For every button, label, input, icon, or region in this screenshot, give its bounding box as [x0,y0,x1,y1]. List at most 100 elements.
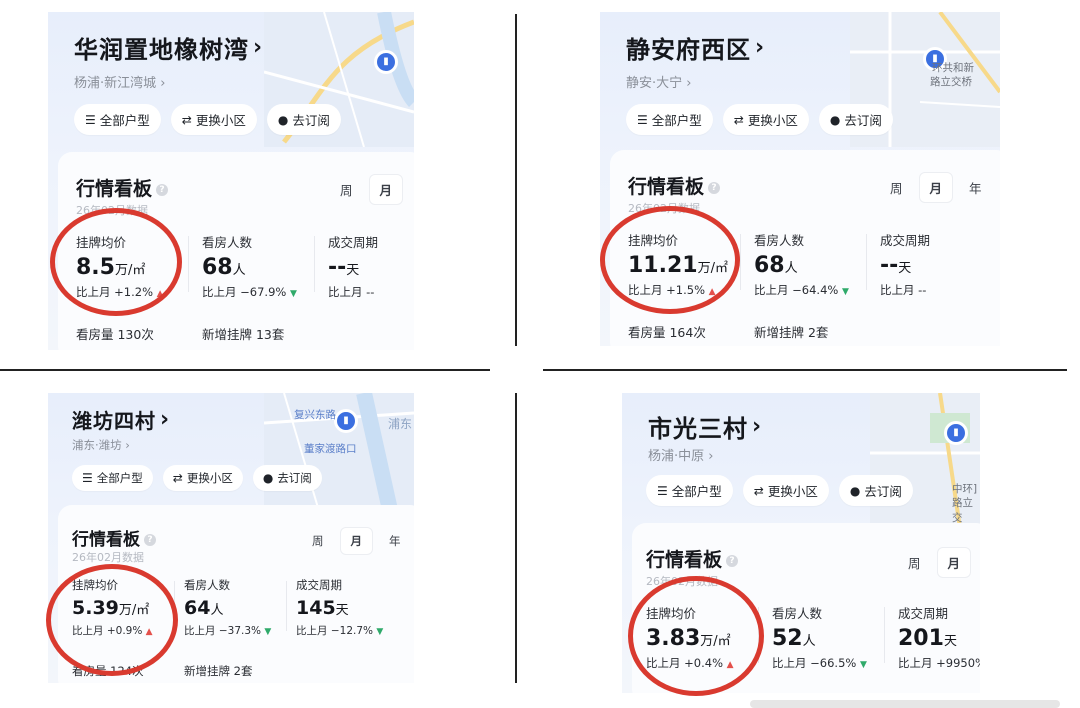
market-board-title: 行情看板? [72,525,156,550]
help-icon[interactable]: ? [156,183,169,196]
community-title[interactable]: 华润置地橡树湾 [74,30,249,65]
new-listings: 新增挂牌 2套 [754,325,829,340]
community-panel-1: ▮ 华润置地橡树湾 › 杨浦·新江湾城 › ☰ 全部户型 ⇄ 更换小区 ● 去订阅 行… [48,12,414,350]
period-selector: 周 月 年 [302,527,411,555]
down-arrow-icon: ▼ [859,660,867,670]
metric-separator [740,234,741,290]
wechat-icon: ● [277,112,289,127]
community-location[interactable]: 杨浦·中原 › [648,445,713,464]
market-board-title: 行情看板? [628,172,721,199]
community-panel-3: ▮ 复兴东路 浦东 董家渡路口 潍坊四村 › 浦东·潍坊 › ☰ 全部户型 ⇄ 更换… [48,393,414,683]
metric-viewers: 看房人数 64人 比上月 −37.3% ▼ [184,578,272,637]
wechat-icon: ● [849,483,861,498]
data-date-note: 26年02月数据 [72,551,144,564]
swap-icon: ⇄ [172,471,183,485]
help-icon[interactable]: ? [726,554,739,567]
all-unit-types-button[interactable]: ☰ 全部户型 [626,104,713,135]
change-community-button[interactable]: ⇄ 更换小区 [742,475,829,506]
action-pills: ☰ 全部户型 ⇄ 更换小区 ● 去订阅 [646,475,913,506]
metric-deal-cycle: 成交周期 145天 比上月 −12.7% ▼ [296,578,384,637]
up-arrow-icon: ▲ [145,627,153,637]
period-week-tab[interactable]: 周 [330,175,363,204]
metric-separator [884,607,885,663]
community-title[interactable]: 潍坊四村 [72,405,156,434]
all-unit-types-button[interactable]: ☰ 全部户型 [74,104,161,135]
metric-listing-price: 挂牌均价 11.21万/㎡ 比上月 +1.5% ▲ [628,233,728,297]
title-row[interactable]: 市光三村 › [648,409,761,444]
chevron-right-icon[interactable]: › [253,35,262,60]
metric-deal-cycle: 成交周期 201天 比上月 +9950% [898,606,980,670]
metric-viewers: 看房人数 52人 比上月 −66.5% ▼ [772,606,867,670]
map-pin-icon[interactable]: ▮ [374,50,398,74]
period-selector: 周 月 [330,174,404,205]
metric-separator [758,607,759,663]
metric-deal-cycle: 成交周期 --天 比上月 -- [880,233,931,297]
period-week-tab[interactable]: 周 [880,173,913,202]
community-title[interactable]: 静安府西区 [626,30,751,65]
title-row[interactable]: 华润置地橡树湾 › [74,30,262,65]
map-label: 中环] [952,483,978,495]
map-label: 路立交 [952,497,973,524]
subscribe-button[interactable]: ● 去订阅 [266,104,341,135]
period-year-tab[interactable]: 年 [959,173,992,202]
map-pin-icon[interactable]: ▮ [334,409,358,433]
market-board-card: 行情看板? 26年02月数据 周 月 挂牌均价 3.83万/㎡ 比上月 +0.4… [632,523,980,693]
wechat-icon: ● [262,471,274,485]
swap-icon: ⇄ [181,112,192,127]
subscribe-button[interactable]: ● 去订阅 [818,104,893,135]
viewing-count: 看房量 124次 [72,664,144,678]
down-arrow-icon: ▼ [264,627,272,637]
map-pin-icon[interactable]: ▮ [944,421,968,445]
map-label: 复兴东路 [294,409,336,421]
new-listings: 新增挂牌 13套 [202,327,285,342]
help-icon[interactable]: ? [144,534,156,546]
viewing-count: 看房量 164次 [628,325,706,340]
period-selector: 周 月 年 [880,172,992,203]
market-board-card: 行情看板? 26年02月数据 周 月 挂牌均价 8.5万/㎡ 比上月 +1.2%… [58,152,414,350]
data-date-note: 26年02月数据 [628,202,700,215]
swap-icon: ⇄ [733,112,744,127]
metric-separator [866,234,867,290]
title-row[interactable]: 静安府西区 › [626,30,764,65]
community-location[interactable]: 浦东·潍坊 › [72,437,130,453]
blurred-watermark [750,700,1060,708]
down-arrow-icon: ▼ [841,287,849,297]
subscribe-button[interactable]: ● 去订阅 [252,465,322,491]
market-board-title: 行情看板? [76,174,169,201]
vertical-divider-bottom [515,393,517,683]
period-week-tab[interactable]: 周 [898,548,931,577]
metric-listing-price: 挂牌均价 8.5万/㎡ 比上月 +1.2% ▲ [76,235,164,299]
chevron-right-icon[interactable]: › [160,407,169,432]
metric-separator [174,581,175,631]
help-icon[interactable]: ? [708,181,721,194]
viewing-count: 看房量 130次 [76,327,154,342]
community-title[interactable]: 市光三村 [648,409,748,444]
period-week-tab[interactable]: 周 [302,528,334,554]
list-filter-icon: ☰ [82,471,93,485]
data-date-note: 26年02月数据 [646,575,718,588]
period-month-tab[interactable]: 月 [339,527,373,555]
period-month-tab[interactable]: 月 [918,172,954,203]
vertical-divider-top [515,14,517,346]
down-arrow-icon: ▼ [289,289,297,299]
community-location[interactable]: 静安·大宁 › [626,72,691,91]
chevron-right-icon[interactable]: › [755,35,764,60]
period-month-tab[interactable]: 月 [936,547,972,578]
period-year-tab[interactable]: 年 [379,528,411,554]
data-date-note: 26年02月数据 [76,204,148,217]
horizontal-divider-right [543,369,1067,371]
period-month-tab[interactable]: 月 [368,174,404,205]
chevron-right-icon[interactable]: › [752,414,761,439]
change-community-button[interactable]: ⇄ 更换小区 [722,104,809,135]
community-location[interactable]: 杨浦·新江湾城 › [74,72,165,91]
title-row[interactable]: 潍坊四村 › [72,405,169,434]
change-community-button[interactable]: ⇄ 更换小区 [170,104,257,135]
up-arrow-icon: ▲ [156,289,164,299]
list-filter-icon: ☰ [657,483,668,498]
action-pills: ☰ 全部户型 ⇄ 更换小区 ● 去订阅 [626,104,893,135]
all-unit-types-button[interactable]: ☰ 全部户型 [72,465,153,491]
up-arrow-icon: ▲ [708,287,716,297]
change-community-button[interactable]: ⇄ 更换小区 [162,465,243,491]
subscribe-button[interactable]: ● 去订阅 [838,475,913,506]
all-unit-types-button[interactable]: ☰ 全部户型 [646,475,733,506]
